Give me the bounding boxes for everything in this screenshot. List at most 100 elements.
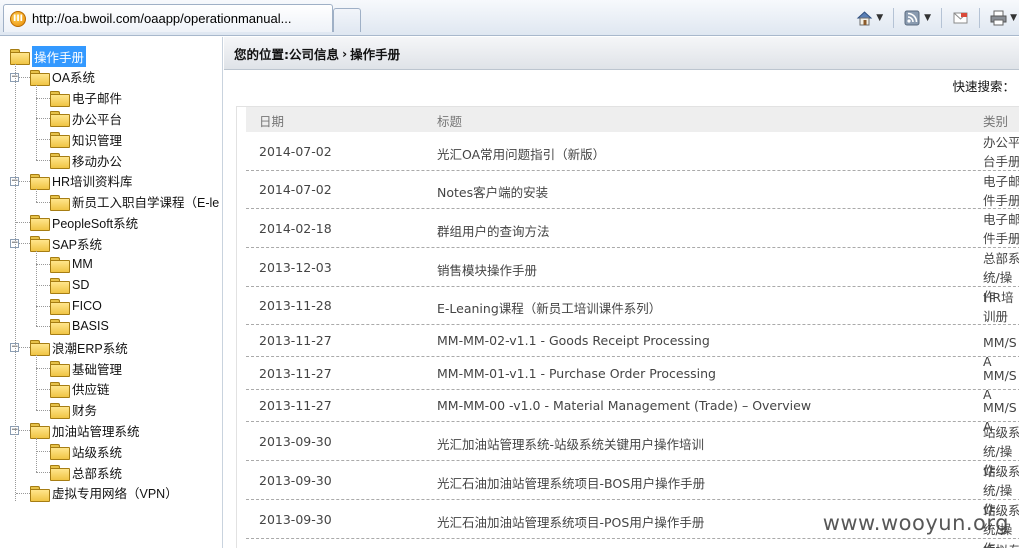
tree-connector [15, 64, 16, 501]
tree-node[interactable]: 财务 [50, 400, 97, 420]
tree-node[interactable]: PeopleSoft系统 [30, 212, 138, 232]
tree-node-label[interactable]: 财务 [72, 400, 97, 419]
tree-node[interactable]: 知识管理 [50, 129, 122, 149]
folder-icon [50, 111, 70, 128]
table-row[interactable]: 2014-07-02 光汇OA常用问题指引（新版） 办公平台手册 [246, 132, 1019, 171]
table-row[interactable]: 2014-02-18 群组用户的查询方法 电子邮件手册 [246, 209, 1019, 248]
tree-node-label[interactable]: MM [72, 257, 93, 271]
tree-node[interactable]: FICO [50, 296, 102, 316]
folder-icon [30, 340, 50, 357]
column-header-date[interactable]: 日期 [259, 111, 284, 130]
tree-node-label[interactable]: 移动办公 [72, 151, 122, 170]
tree-node-label[interactable]: 虚拟专用网络（VPN） [52, 483, 178, 502]
table-row[interactable]: 2013-11-27 MM-MM-02-v1.1 - Goods Receipt … [246, 325, 1019, 369]
folder-icon [30, 485, 50, 502]
tree-node-label[interactable]: 电子邮件 [72, 88, 122, 107]
browser-tab[interactable]: III http://oa.bwoil.com/oaapp/operationm… [3, 4, 333, 32]
table-row[interactable]: 2013-09-30 光汇加油站管理系统-站级系统关键用户操作培训 站级系统/操作 [246, 422, 1019, 478]
tree-node-label[interactable]: 总部系统 [72, 463, 122, 482]
row-title-link[interactable]: MM-MM-02-v1.1 - Goods Receipt Processing [437, 333, 710, 348]
row-title-link[interactable]: 群组用户的查询方法 [437, 221, 550, 240]
tree-node[interactable]: 操作手册 [10, 45, 87, 67]
tree-node-label[interactable]: 供应链 [72, 379, 110, 398]
row-title-link[interactable]: 光汇OA常用问题指引（新版） [437, 144, 605, 163]
tree-connector [36, 251, 37, 327]
mail-button[interactable] [952, 10, 969, 26]
tree-node-label[interactable]: 基础管理 [72, 359, 122, 378]
tree-node-label[interactable]: HR培训资料库 [52, 171, 133, 190]
tab-title: http://oa.bwoil.com/oaapp/operationmanua… [32, 11, 292, 26]
row-title-link[interactable]: 光汇石油加油站管理系统项目-BOS用户操作手册 [437, 473, 705, 492]
tree-node[interactable]: OA系统 [30, 67, 95, 87]
tree-node[interactable]: 办公平台 [50, 108, 122, 128]
row-title-link[interactable]: MM-MM-00 -v1.0 - Material Management (Tr… [437, 398, 811, 413]
tree-node-label[interactable]: 办公平台 [72, 109, 122, 128]
folder-icon [30, 215, 50, 232]
row-date: 2013-09-30 [259, 472, 332, 488]
table-row[interactable]: 2014-07-02 Notes客户端的安装 电子邮件手册 [246, 171, 1019, 209]
tree-node[interactable]: 浪潮ERP系统 [30, 337, 128, 357]
row-title-link[interactable]: 光汇加油站管理系统-站级系统关键用户操作培训 [437, 434, 704, 453]
tree-node[interactable]: MM [50, 254, 93, 274]
tree-node[interactable]: 移动办公 [50, 150, 122, 170]
tree-node[interactable]: 基础管理 [50, 358, 122, 378]
tree-node-label[interactable]: 操作手册 [32, 45, 87, 67]
oa-favicon-icon: III [10, 10, 26, 27]
tree-node-label[interactable]: 新员工入职自学课程（E-le [72, 192, 219, 211]
tree-node[interactable]: 站级系统 [50, 441, 122, 461]
row-title-link[interactable]: E-Leaning课程（新员工培训课件系列） [437, 298, 661, 317]
table-row[interactable]: 2013-12-03 销售模块操作手册 总部系统/操作 [246, 248, 1019, 304]
row-title-link[interactable]: MM-MM-01-v1.1 - Purchase Order Processin… [437, 366, 716, 381]
mail-icon [953, 12, 968, 24]
command-bar: ▼ ▼ ▼ [856, 6, 1019, 30]
tree-node[interactable]: 电子邮件 [50, 88, 122, 108]
tree-node[interactable]: 总部系统 [50, 462, 122, 482]
tree-node[interactable]: 新员工入职自学课程（E-le [50, 192, 219, 212]
tree-connector [36, 438, 37, 472]
tree-node-label[interactable]: 站级系统 [72, 442, 122, 461]
quick-search-label: 快速搜索： [952, 79, 1015, 94]
tree-node[interactable]: HR培训资料库 [30, 171, 133, 191]
column-header-category[interactable]: 类别 [983, 111, 1008, 130]
table-row[interactable]: 2013-11-27 MM-MM-01-v1.1 - Purchase Order… [246, 357, 1019, 402]
tree-node-label[interactable]: BASIS [72, 319, 109, 333]
folder-icon [50, 194, 70, 211]
feeds-button[interactable]: ▼ [904, 10, 931, 26]
tree-node-label[interactable]: 知识管理 [72, 130, 122, 149]
print-button[interactable]: ▼ [990, 10, 1017, 26]
table-row[interactable]: 2013-11-28 E-Leaning课程（新员工培训课件系列） HR培训册 [246, 287, 1019, 325]
row-date: 2013-11-27 [259, 365, 332, 381]
tree-node[interactable]: BASIS [50, 316, 109, 336]
tree-node[interactable]: 供应链 [50, 379, 110, 399]
row-category: 办公平台手册 [983, 135, 1019, 169]
tree-node-label[interactable]: SAP系统 [52, 234, 102, 253]
tree-connector [36, 84, 37, 160]
row-title-link[interactable]: 光汇石油加油站管理系统项目-POS用户操作手册 [437, 512, 704, 531]
tree-node-label[interactable]: 加油站管理系统 [52, 421, 140, 440]
row-title-link[interactable]: 销售模块操作手册 [437, 260, 537, 279]
toolbar-divider [941, 8, 943, 28]
column-header-title[interactable]: 标题 [437, 111, 462, 130]
tree-node[interactable]: 加油站管理系统 [30, 420, 140, 440]
home-button[interactable]: ▼ [856, 10, 883, 26]
tree-node[interactable]: SD [50, 275, 89, 295]
tree-node-label[interactable]: FICO [72, 299, 102, 313]
new-tab-button[interactable] [333, 8, 361, 32]
chevron-down-icon[interactable]: ▼ [876, 13, 883, 23]
chevron-down-icon[interactable]: ▼ [924, 13, 931, 23]
tree-node-label[interactable]: SD [72, 278, 89, 292]
tree-connector [16, 492, 30, 494]
tree-node[interactable]: SAP系统 [30, 233, 102, 253]
table-row[interactable]: 虚拟专 [246, 539, 1019, 548]
tree-node-label[interactable]: 浪潮ERP系统 [52, 338, 128, 357]
chevron-down-icon[interactable]: ▼ [1010, 13, 1017, 23]
breadcrumb-separator-icon: › [342, 45, 348, 61]
table-row[interactable]: 2013-11-27 MM-MM-00 -v1.0 - Material Mana… [246, 390, 1019, 434]
tree-node-label[interactable]: OA系统 [52, 67, 95, 86]
tree-node-label[interactable]: PeopleSoft系统 [52, 213, 138, 232]
tree-node[interactable]: 虚拟专用网络（VPN） [30, 483, 178, 503]
breadcrumb-parent[interactable]: 公司信息 [289, 44, 339, 63]
row-date: 2014-07-02 [259, 182, 332, 197]
table-row[interactable]: 2013-09-30 光汇石油加油站管理系统项目-BOS用户操作手册 站级系统/操作 [246, 461, 1019, 517]
row-title-link[interactable]: Notes客户端的安装 [437, 182, 548, 201]
